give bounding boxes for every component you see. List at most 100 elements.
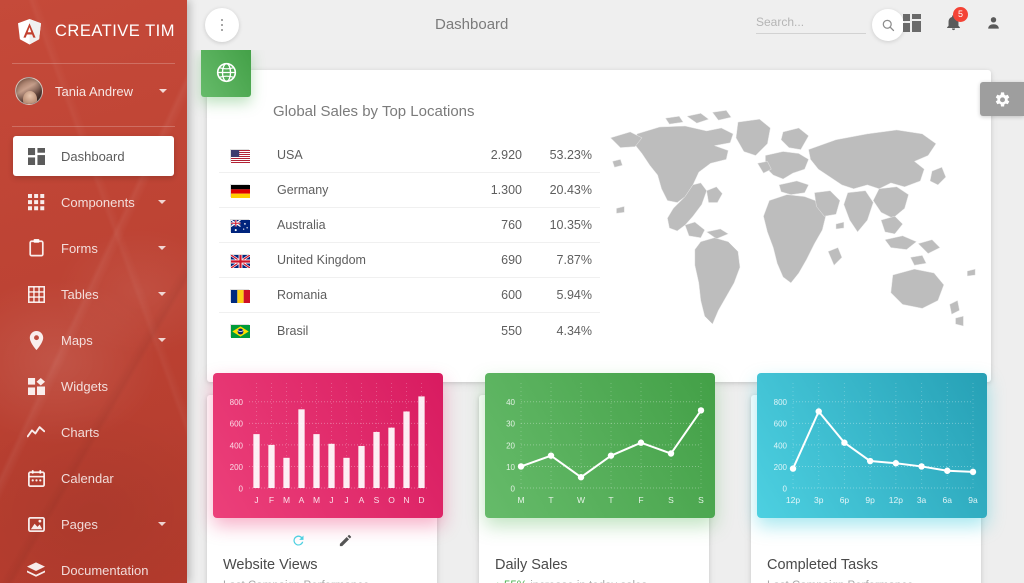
svg-text:200: 200 [230,463,244,472]
sidebar-item-components[interactable]: Components [13,182,174,222]
country-name: Australia [277,218,326,232]
sidebar-item-label: Widgets [61,379,108,394]
sidebar-item-label: Pages [61,517,98,532]
sales-percentage: 10.35% [522,218,600,232]
menu-button[interactable] [205,8,239,42]
svg-text:J: J [254,495,258,505]
sales-card-title: Global Sales by Top Locations [273,103,475,120]
brand[interactable]: CREATIVE TIM [0,7,187,55]
dashboard-grid-button[interactable] [903,14,921,37]
svg-text:600: 600 [230,420,244,429]
table-grid-icon [25,283,47,305]
svg-text:W: W [577,495,585,505]
sidebar-item-pages[interactable]: Pages [13,504,174,544]
sidebar-item-widgets[interactable]: Widgets [13,366,174,406]
sidebar-item-label: Components [61,195,135,210]
svg-text:S: S [698,495,704,505]
search-button[interactable] [872,9,904,41]
flag-icon-de [230,184,249,197]
sidebar-item-charts[interactable]: Charts [13,412,174,452]
sales-percentage: 53.23% [522,148,600,162]
sidebar-item-tables[interactable]: Tables [13,274,174,314]
refresh-icon[interactable] [291,533,306,548]
svg-text:800: 800 [774,398,788,407]
chevron-down-icon[interactable] [158,338,166,342]
svg-text:9p: 9p [865,495,875,505]
daily-sales-card: 010203040MTWTFSS Daily Sales ↑ 55% incre… [479,395,709,583]
card-title: Website Views [223,557,423,573]
notifications-button[interactable]: 5 [945,14,962,37]
sales-table: USA2.92053.23%Germany1.30020.43%Australi… [219,138,600,348]
sales-percentage: 20.43% [522,183,600,197]
chart-svg: 010203040MTWTFSS [485,373,715,518]
svg-text:S: S [374,495,380,505]
svg-text:T: T [608,495,613,505]
world-map[interactable] [591,92,983,362]
sidebar-item-label: Maps [61,333,93,348]
sidebar-user[interactable]: Tania Andrew [0,64,187,118]
table-row[interactable]: Romania6005.94% [219,278,600,313]
table-row[interactable]: United Kingdom6907.87% [219,243,600,278]
search-field[interactable] [756,13,866,34]
sidebar-user-name: Tania Andrew [55,84,133,99]
svg-text:200: 200 [774,463,788,472]
svg-text:3a: 3a [917,495,927,505]
svg-text:J: J [329,495,333,505]
sidebar-item-forms[interactable]: Forms [13,228,174,268]
chevron-down-icon[interactable] [158,246,166,250]
table-row[interactable]: Australia76010.35% [219,208,600,243]
website-views-chart[interactable]: 0200400600800JFMAMJJASOND [213,373,443,518]
website-views-card: 0200400600800JFMAMJJASOND Website Views … [207,395,437,583]
completed-tasks-chart[interactable]: 020040060080012p3p6p9p12p3a6a9a [757,373,987,518]
sidebar: CREATIVE TIM Tania Andrew Dashboard Compo… [0,0,187,583]
chevron-down-icon[interactable] [158,292,166,296]
chevron-down-icon[interactable] [158,522,166,526]
svg-text:400: 400 [774,441,788,450]
account-button[interactable] [985,14,1002,37]
table-row[interactable]: Brasil 5504.34% [219,313,600,348]
dashboard-page: CREATIVE TIM Tania Andrew Dashboard Compo… [0,0,1024,583]
sidebar-item-label: Tables [61,287,99,302]
sidebar-item-maps[interactable]: Maps [13,320,174,360]
country-name: Germany [277,183,328,197]
search-input[interactable] [756,15,866,34]
chevron-down-icon[interactable] [159,89,167,93]
dashboard-grid-icon [25,145,47,167]
svg-text:D: D [418,495,424,505]
svg-text:3p: 3p [814,495,824,505]
card-footer: Website Views Last Campaign Performance [223,557,423,583]
sales-percentage: 4.34% [522,324,600,338]
avatar [15,77,43,105]
sidebar-item-documentation[interactable]: Documentation [13,550,174,583]
svg-text:F: F [269,495,274,505]
sales-value: 550 [450,324,522,338]
svg-text:J: J [344,495,348,505]
svg-text:A: A [299,495,305,505]
calendar-icon [25,467,47,489]
chart-svg: 0200400600800JFMAMJJASOND [213,373,443,518]
svg-text:S: S [668,495,674,505]
sidebar-item-calendar[interactable]: Calendar [13,458,174,498]
edit-pencil-icon[interactable] [338,533,353,548]
svg-text:400: 400 [230,441,244,450]
daily-sales-chart[interactable]: 010203040MTWTFSS [485,373,715,518]
country-name: Brasil [277,324,308,338]
search-icon [881,18,896,33]
brand-name: CREATIVE TIM [55,22,175,41]
sidebar-item-label: Calendar [61,471,114,486]
sidebar-item-dashboard[interactable]: Dashboard [13,136,174,176]
flag-icon-au [230,219,249,232]
table-row[interactable]: USA2.92053.23% [219,138,600,173]
table-row[interactable]: Germany1.30020.43% [219,173,600,208]
gear-icon [993,90,1012,109]
chevron-down-icon[interactable] [158,200,166,204]
svg-text:40: 40 [506,398,515,407]
settings-button[interactable] [980,82,1024,116]
svg-text:10: 10 [506,463,515,472]
layers-icon [25,559,47,581]
sidebar-item-label: Documentation [61,563,148,578]
content-area: Global Sales by Top Locations USA2.92053… [187,50,1024,583]
apps-grid-icon [25,191,47,213]
dashboard-grid-icon [903,14,921,32]
world-map-svg [591,92,983,362]
